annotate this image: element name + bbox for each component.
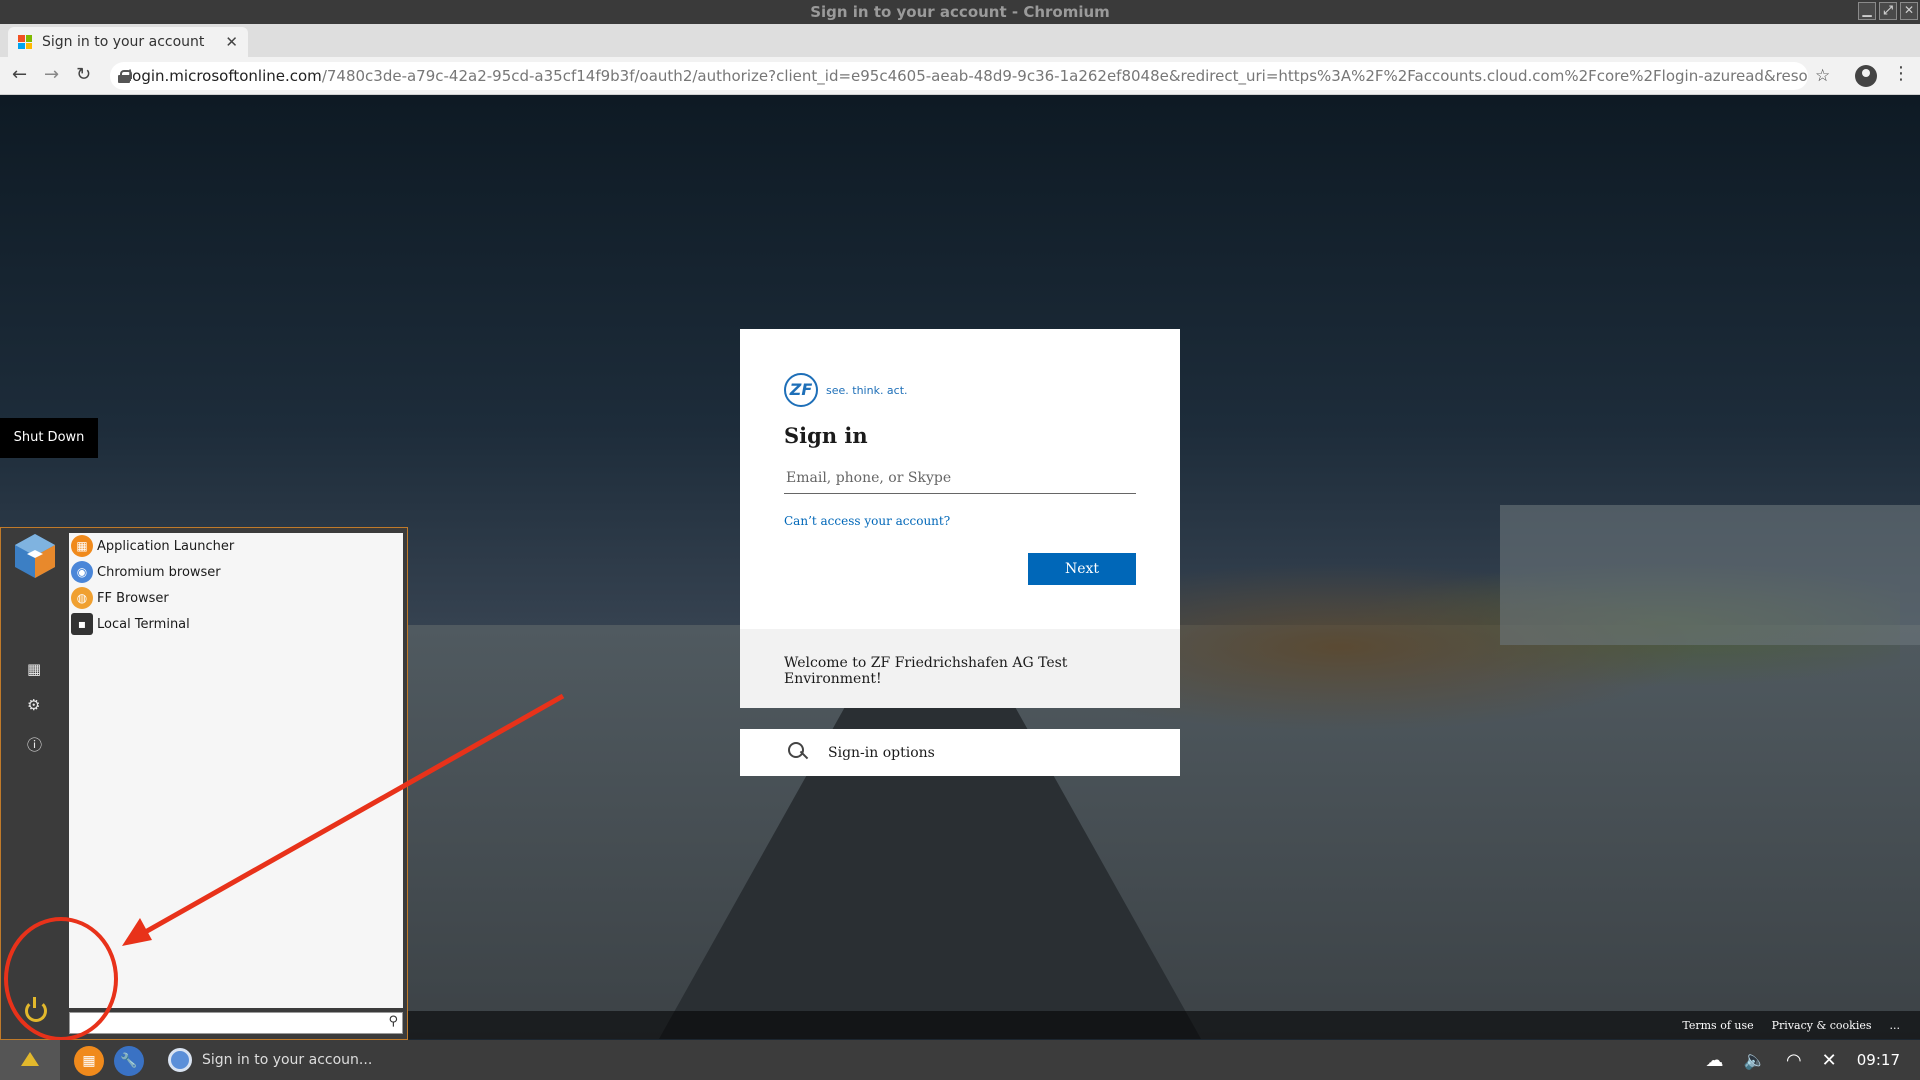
network-disabled-icon[interactable]: ✕ — [1822, 1050, 1837, 1071]
taskbar-launcher-icon[interactable]: ▦ — [74, 1046, 104, 1076]
clock[interactable]: 09:17 — [1857, 1051, 1900, 1069]
wifi-icon[interactable]: ◠ — [1786, 1050, 1802, 1071]
cloud-icon[interactable]: ☁ — [1706, 1050, 1724, 1071]
chromium-icon — [168, 1048, 192, 1072]
annotation-arrow — [122, 693, 565, 946]
volume-icon[interactable]: 🔈 — [1744, 1050, 1766, 1071]
taskbar-task-chromium[interactable]: Sign in to your accoun... — [168, 1040, 372, 1080]
system-tray: ☁ 🔈 ◠ ✕ 09:17 — [1706, 1040, 1900, 1080]
start-menu-button[interactable] — [0, 1040, 60, 1080]
taskbar: ▦ 🔧 Sign in to your accoun... ☁ 🔈 ◠ ✕ 09… — [0, 1040, 1920, 1080]
taskbar-task-title: Sign in to your accoun... — [202, 1052, 373, 1068]
taskbar-tools-icon[interactable]: 🔧 — [114, 1046, 144, 1076]
